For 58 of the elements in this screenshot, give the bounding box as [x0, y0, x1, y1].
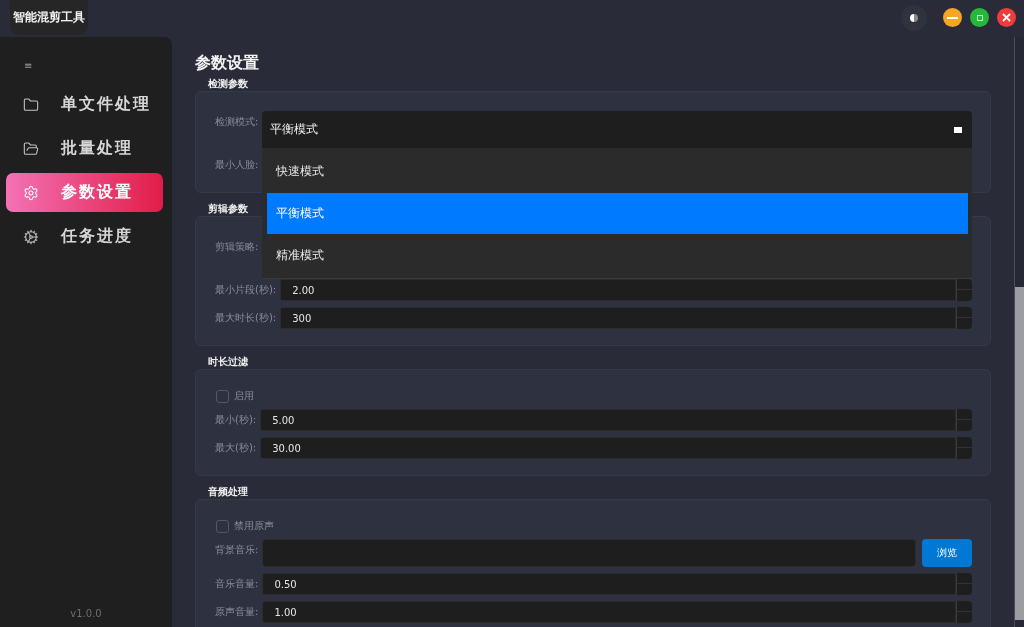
field-label: 最大(秒): [215, 441, 257, 455]
section-title: 时长过滤 [208, 356, 248, 368]
sidebar-item[interactable]: 批量处理 [6, 129, 163, 168]
spinner-buttons[interactable] [956, 437, 972, 459]
version-label: v1.0.0 [70, 608, 102, 619]
theme-toggle-button[interactable] [901, 4, 927, 31]
section-title: 音频处理 [208, 486, 248, 498]
field-label: 最大时长(秒): [215, 311, 277, 325]
number-field[interactable]: 1.00 [262, 601, 956, 623]
number-field[interactable]: 0.50 [262, 573, 956, 595]
field-label: 音乐音量: [215, 577, 259, 591]
field-label: 背景音乐: [215, 543, 259, 557]
close-button[interactable] [997, 8, 1016, 27]
checkbox[interactable] [216, 519, 229, 533]
field-label: 最小人脸: [215, 158, 259, 172]
number-field[interactable]: 2.00 [280, 279, 956, 301]
app-title: 智能混剪工具 [10, 0, 88, 35]
close-icon [1002, 13, 1011, 22]
field-label: 检测模式: [215, 115, 259, 129]
browse-button[interactable]: 浏览 [922, 539, 972, 567]
file-path-field[interactable] [262, 539, 916, 567]
minimize-button[interactable] [943, 8, 962, 27]
spinner-buttons[interactable] [956, 307, 972, 329]
number-field[interactable]: 5.00 [260, 409, 956, 431]
scrollbar-thumb[interactable] [1015, 287, 1024, 620]
checkbox-label: 禁用原声 [234, 519, 274, 533]
sidebar-item[interactable]: 任务进度 [6, 217, 163, 256]
gear-icon [23, 228, 39, 245]
select-field[interactable]: 平衡模式 [262, 111, 972, 148]
section-title: 检测参数 [208, 78, 248, 90]
scrollbar[interactable] [1014, 37, 1024, 627]
folder-icon [23, 96, 39, 113]
number-field[interactable]: 300 [280, 307, 956, 329]
field-label: 最小(秒): [215, 413, 257, 427]
half-circle-icon [910, 13, 918, 22]
checkbox-label: 启用 [234, 389, 254, 403]
dropdown-option[interactable]: 平衡模式 [267, 193, 968, 234]
page-title: 参数设置 [195, 52, 260, 74]
sidebar-item[interactable]: 参数设置 [6, 173, 163, 212]
maximize-button[interactable] [970, 8, 989, 27]
spinner-buttons[interactable] [956, 409, 972, 431]
menu-button[interactable]: ≡ [20, 53, 37, 77]
field-label: 剪辑策略: [215, 240, 260, 254]
sidebar-item[interactable]: 单文件处理 [6, 85, 163, 124]
checkbox[interactable] [216, 389, 229, 403]
section-title: 剪辑参数 [208, 203, 248, 215]
square-icon [954, 126, 962, 133]
gear-icon [23, 184, 39, 201]
minus-icon [947, 16, 958, 19]
dropdown-option[interactable]: 快速模式 [267, 151, 968, 192]
spinner-buttons[interactable] [956, 601, 972, 623]
folder-open-icon [23, 140, 39, 157]
field-label: 原声音量: [215, 605, 259, 619]
spinner-buttons[interactable] [956, 573, 972, 595]
field-label: 最小片段(秒): [215, 283, 277, 297]
number-field[interactable]: 30.00 [260, 437, 956, 459]
spinner-buttons[interactable] [956, 279, 972, 301]
dropdown-option[interactable]: 精准模式 [267, 235, 968, 276]
